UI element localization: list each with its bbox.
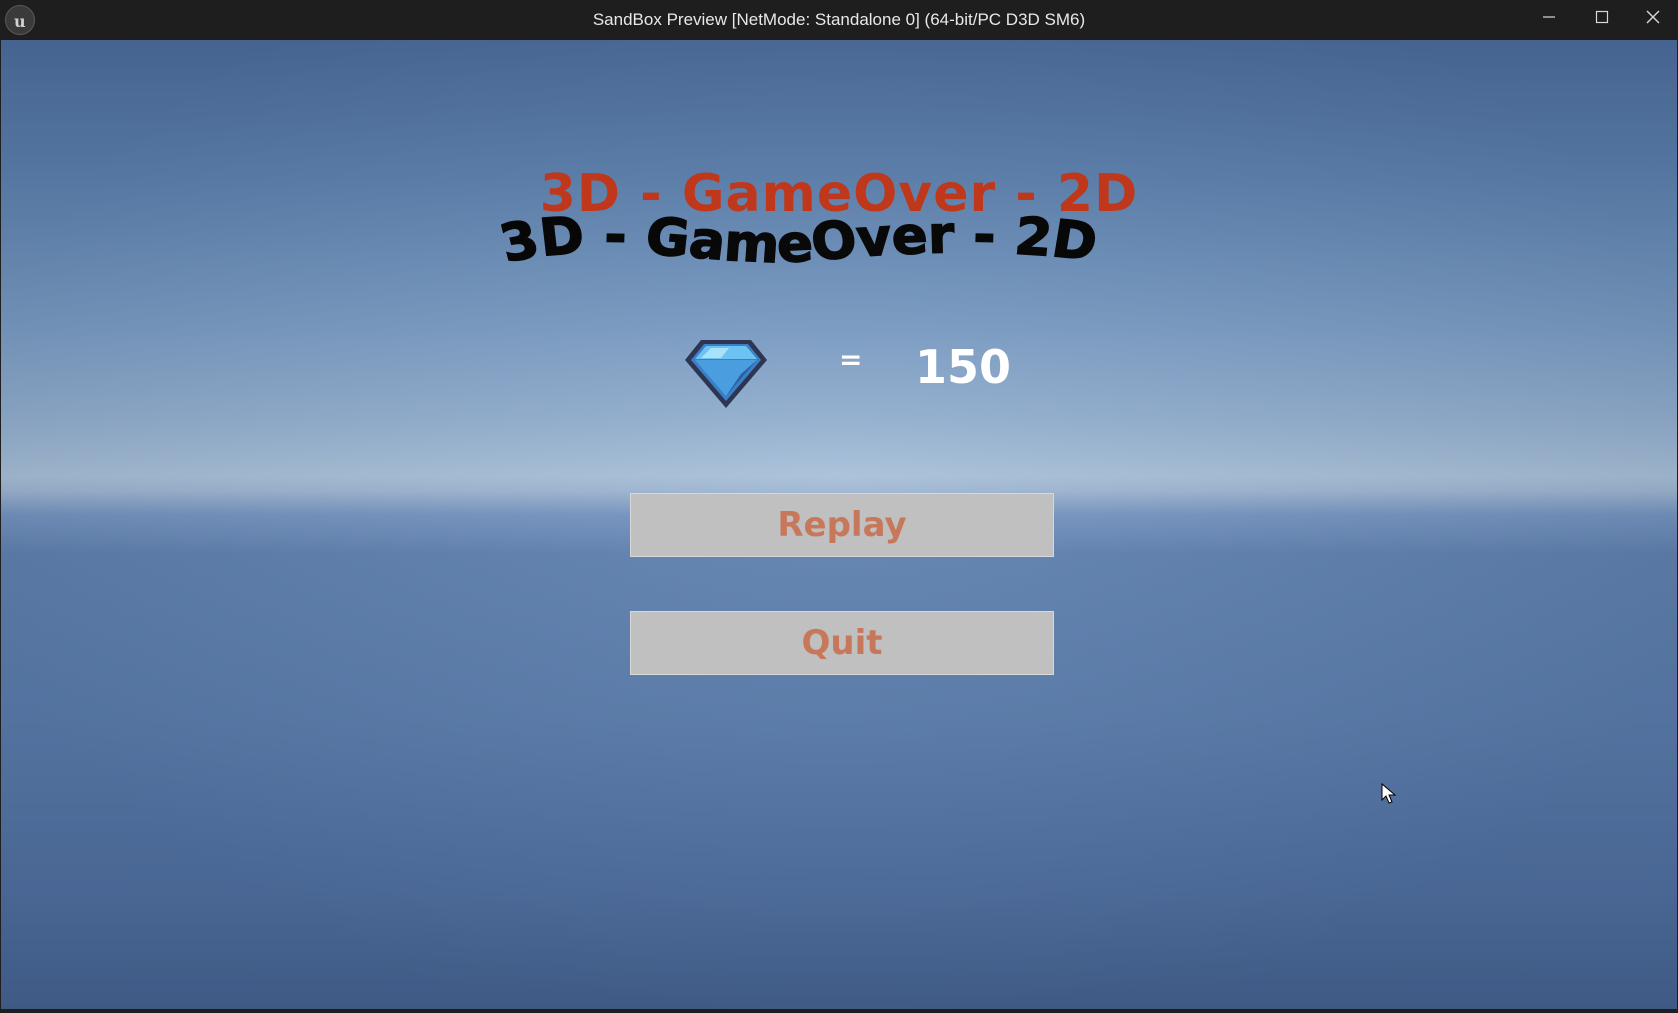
- window-title: SandBox Preview [NetMode: Standalone 0] …: [592, 10, 1086, 29]
- mouse-cursor-icon: [1381, 782, 1397, 805]
- title-bar[interactable]: u SandBox Preview [NetMode: Standalone 0…: [0, 0, 1678, 40]
- blue-gem-icon: [681, 334, 771, 414]
- game-viewport[interactable]: 3D - GameOver - 2D 3D - GameOver - 2D = …: [1, 40, 1677, 1009]
- quit-button[interactable]: Quit: [630, 611, 1054, 675]
- window-bottom-border: [0, 1009, 1678, 1013]
- maximize-button[interactable]: [1576, 0, 1628, 34]
- game-window: u SandBox Preview [NetMode: Standalone 0…: [0, 0, 1678, 1013]
- close-icon: [1646, 10, 1660, 24]
- close-button[interactable]: [1627, 0, 1678, 34]
- minimize-button[interactable]: [1523, 0, 1575, 34]
- gem-score: 150: [915, 340, 1012, 394]
- game-over-title: 3D - GameOver - 2D: [539, 164, 1139, 224]
- equals-sign: =: [839, 343, 863, 376]
- maximize-icon: [1595, 10, 1609, 24]
- replay-button[interactable]: Replay: [630, 493, 1054, 557]
- minimize-icon: [1543, 16, 1555, 18]
